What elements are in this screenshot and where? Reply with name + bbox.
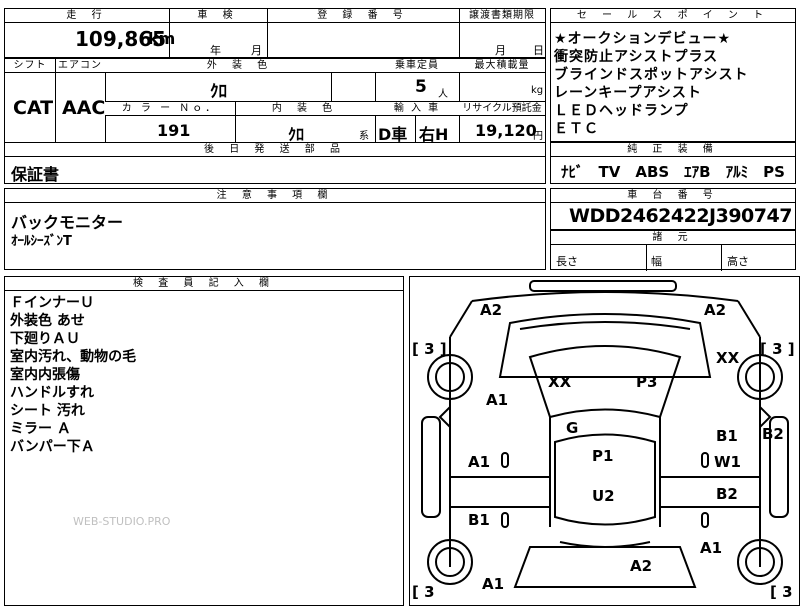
top-section: 走 行 車 検 登 録 番 号 譲渡書類期限 109,865 km 年 月 月 …	[4, 8, 546, 59]
mark-u2-roof: U2	[592, 487, 615, 505]
sales-line: レーンキープアシスト	[554, 85, 702, 101]
watermark: WEB-STUDIO.PRO	[73, 515, 171, 528]
int-color-header: 内 装 色	[235, 102, 375, 116]
mark-a2-front-right: A2	[704, 301, 727, 319]
inspector-line: 室内内張傷	[10, 367, 80, 383]
load-header: 最大積載量	[459, 59, 545, 73]
ac-header: エアコン	[55, 59, 105, 73]
mark-xx-hood: XX	[548, 373, 572, 391]
import-header: 輸 入 車	[375, 102, 459, 116]
sales-line: 衝突防止アシストプラス	[554, 49, 719, 65]
bracket-br: [ 3	[770, 583, 793, 601]
car-outline	[421, 280, 789, 588]
inspector-line: シート 汚れ	[10, 403, 85, 419]
registration-header: 登 録 番 号	[267, 9, 459, 23]
mileage-unit: km	[148, 29, 176, 48]
mark-b1-left-rear-door: B1	[468, 511, 490, 529]
mileage-header: 走 行	[5, 9, 169, 23]
dims-header: 諸 元	[551, 231, 795, 245]
parts-section: 後 日 発 送 部 品 保証書	[4, 142, 546, 184]
capacity-value: 5	[415, 77, 427, 97]
mark-a1-right-rear: A1	[700, 539, 723, 557]
inspector-line: 外装色 あせ	[10, 313, 85, 329]
sales-section: セ ー ル ス ポ イ ン ト ★オークションデビュー★ 衝突防止アシストプラス…	[550, 8, 796, 142]
mark-a1-left-fender: A1	[486, 391, 509, 409]
dims-width: 幅	[651, 255, 662, 268]
dims-height: 高さ	[727, 255, 749, 268]
inspector-header: 検 査 員 記 入 欄	[5, 277, 403, 291]
inspector-line: 下廻りＡＵ	[10, 331, 80, 347]
inspector-line: 室内汚れ、動物の毛	[10, 349, 137, 365]
mark-g-windshield: G	[566, 419, 579, 437]
caution-line: ｵｰﾙｼｰｽﾞﾝT	[11, 234, 72, 249]
ac-value: AAC	[62, 97, 106, 119]
recycle-header: リサイクル預託金	[459, 102, 545, 116]
sales-header: セ ー ル ス ポ イ ン ト	[551, 9, 795, 23]
shift-header: シフト	[5, 59, 55, 73]
sales-line: ★オークションデビュー★	[554, 31, 732, 47]
caution-section: 注 意 事 項 欄 バックモニター ｵｰﾙｼｰｽﾞﾝT	[4, 188, 546, 270]
parts-text: 保証書	[11, 165, 60, 184]
recycle-value: 19,120	[475, 121, 537, 140]
load-unit: kg	[531, 85, 544, 96]
parts-header: 後 日 発 送 部 品	[5, 143, 545, 157]
sales-line: ＬＥＤヘッドランプ	[554, 103, 689, 119]
shift-value: CAT	[13, 97, 54, 119]
equipment-text: ﾅﾋﾞ TV ABS ｴｱB ｱﾙﾐ PS PW	[561, 163, 800, 181]
capacity-unit: 人	[438, 89, 448, 100]
colorno-header: カ ラ ー Ｎｏ．	[105, 102, 235, 116]
bracket-bl: [ 3	[412, 583, 435, 601]
doc-day: 日	[533, 44, 544, 57]
caution-header: 注 意 事 項 欄	[5, 189, 545, 203]
equipment-header: 純 正 装 備	[551, 143, 795, 157]
mark-a1-left-rear: A1	[482, 575, 505, 593]
shaken-year: 年	[210, 44, 221, 57]
chassis-section: 車 台 番 号 WDD2462422J390747	[550, 188, 796, 230]
mark-b2-right-rear-door: B2	[716, 485, 738, 503]
colorno-value: 191	[157, 121, 191, 140]
int-color-suffix: 系	[359, 131, 369, 142]
mark-a1-left-door: A1	[468, 453, 491, 471]
doc-deadline-header: 譲渡書類期限	[459, 9, 545, 23]
shaken-month: 月	[251, 44, 262, 57]
spec-section: シフト エアコン CAT AAC 外 装 色 乗車定員 最大積載量 ｸﾛ 5 人…	[4, 58, 546, 144]
mark-b1-right-door: B1	[716, 427, 738, 445]
mark-b2-right-mirror: B2	[762, 425, 784, 443]
doc-month: 月	[495, 44, 506, 57]
mark-a2-front-left: A2	[480, 301, 503, 319]
ext-color-value: ｸﾛ	[210, 82, 227, 102]
inspector-section: 検 査 員 記 入 欄 ＦインナーＵ 外装色 あせ 下廻りＡＵ 室内汚れ、動物の…	[4, 276, 404, 606]
mark-xx-right: XX	[716, 349, 740, 367]
dims-section: 諸 元 長さ 幅 高さ	[550, 230, 796, 271]
equipment-section: 純 正 装 備 ﾅﾋﾞ TV ABS ｴｱB ｱﾙﾐ PS PW	[550, 142, 800, 184]
mark-p3: P3	[636, 373, 658, 391]
inspector-line: ミラー Ａ	[10, 421, 71, 437]
mark-a2-rear: A2	[630, 557, 653, 575]
mark-w1: W1	[714, 453, 741, 471]
shaken-header: 車 検	[169, 9, 267, 23]
dims-length: 長さ	[556, 255, 578, 268]
inspector-line: バンパー下Ａ	[10, 439, 95, 455]
bracket-tr: [ 3 ]	[760, 340, 795, 358]
inspector-line: ＦインナーＵ	[10, 295, 94, 311]
chassis-vin: WDD2462422J390747	[569, 205, 792, 227]
sales-line: ブラインドスポットアシスト	[554, 67, 749, 83]
chassis-header: 車 台 番 号	[551, 189, 795, 203]
capacity-header: 乗車定員	[375, 59, 459, 73]
ext-color-header: 外 装 色	[105, 59, 375, 73]
bracket-tl: [ 3 ]	[412, 340, 447, 358]
sales-line: ＥＴＣ	[554, 121, 599, 137]
inspector-line: ハンドルすれ	[10, 385, 94, 401]
car-diagram: [ 3 ] [ 3 ] [ 3 [ 3 A2 A2 XX XX P3 A1 G …	[409, 276, 800, 606]
recycle-unit: 円	[533, 131, 543, 142]
mark-p1-roof: P1	[592, 447, 614, 465]
